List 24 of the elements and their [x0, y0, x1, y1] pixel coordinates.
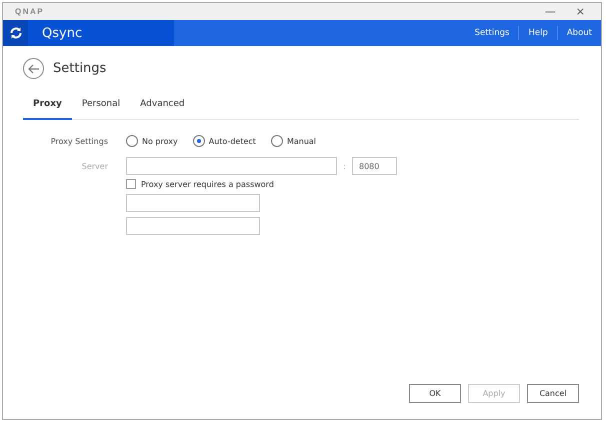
tab[interactable]: Proxy — [23, 97, 72, 120]
radio-option[interactable]: Auto-detect — [192, 135, 256, 147]
dialog-button[interactable]: OK — [409, 384, 461, 403]
close-button[interactable]: × — [570, 5, 591, 18]
page-title: Settings — [53, 61, 106, 76]
radio-option[interactable]: Manual — [270, 135, 316, 147]
field-label: Server — [80, 162, 109, 170]
back-button[interactable] — [23, 58, 44, 79]
tab[interactable]: Advanced — [130, 97, 195, 120]
password-checkbox[interactable]: Proxy server requires a password — [126, 179, 274, 189]
header-link[interactable]: About — [558, 28, 601, 38]
header-link[interactable]: Help — [519, 28, 557, 38]
radio-option[interactable]: No proxy — [126, 135, 178, 147]
port-separator: : — [342, 162, 347, 170]
field-label: Proxy Settings — [50, 136, 109, 146]
sync-button[interactable] — [3, 20, 28, 46]
app-name: Qsync — [42, 26, 82, 40]
header-link[interactable]: Settings — [466, 28, 518, 38]
sync-icon — [8, 26, 22, 40]
minimize-button[interactable]: — — [538, 5, 562, 18]
back-arrow-icon — [28, 64, 40, 74]
window-logo: QNAP — [15, 7, 44, 16]
tab[interactable]: Personal — [72, 97, 130, 120]
dialog-button[interactable]: Cancel — [527, 384, 579, 403]
